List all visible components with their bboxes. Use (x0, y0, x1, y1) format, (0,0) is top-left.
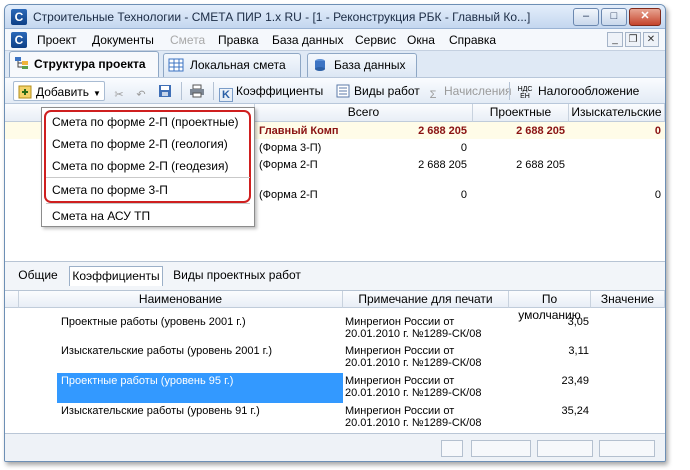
maximize-button[interactable]: □ (601, 8, 627, 26)
coefficients-button[interactable]: K Коэффициенты (219, 81, 324, 102)
sigma-icon: Σ (429, 89, 437, 101)
accruals-button[interactable]: Σ Начисления (425, 81, 512, 101)
add-dropdown-menu: Смета по форме 2-П (проектные) Смета по … (41, 107, 255, 227)
toolbar-separator (181, 82, 182, 100)
document-system-icon[interactable]: С (11, 32, 27, 48)
app-icon: С (11, 9, 27, 25)
column-header-name[interactable]: Наименование (19, 291, 343, 308)
coefficient-icon: K (219, 88, 233, 102)
document-tabs: Структура проекта Локальная смета База д… (5, 51, 665, 77)
status-panel (441, 440, 463, 457)
menu-service[interactable]: Сервис (355, 33, 396, 47)
tab-coefficients[interactable]: Коэффициенты (69, 266, 163, 286)
main-window: С Строительные Технологии - СМЕТА ПИР 1.… (4, 4, 666, 462)
toolbar-separator (213, 82, 214, 100)
menu-separator (46, 177, 250, 178)
menu-database[interactable]: База данных (272, 33, 343, 47)
tab-database[interactable]: База данных (307, 53, 417, 77)
menu-help[interactable]: Справка (449, 33, 496, 47)
menu-separator (46, 203, 250, 204)
tab-label: Структура проекта (34, 57, 146, 71)
mdi-minimize-button[interactable]: _ (607, 32, 623, 47)
row-indicator-header (5, 291, 19, 308)
save-icon[interactable] (157, 81, 176, 101)
table-icon (168, 58, 184, 72)
work-types-label: Виды работ (354, 84, 420, 98)
vat-icon: НДС ЕН (517, 86, 533, 100)
work-types-button[interactable]: Виды работ (335, 81, 420, 101)
tab-label: База данных (334, 58, 406, 72)
add-label: Добавить (36, 85, 90, 99)
tab-label: Локальная смета (190, 58, 286, 72)
taxation-label: Налогообложение (538, 84, 640, 98)
mdi-close-button[interactable]: ✕ (643, 32, 659, 47)
add-button[interactable]: Добавить ▼ (13, 81, 105, 101)
taxation-button[interactable]: НДС ЕН Налогообложение (515, 81, 640, 101)
menu-item-form-2p-geology[interactable]: Смета по форме 2-П (геология) (52, 137, 228, 151)
toolbar: Добавить ▼ ✂ ↶ K Коэффициенты Виды работ Σ… (5, 77, 665, 104)
coefficients-label: Коэффициенты (236, 84, 324, 98)
menu-estimate[interactable]: Смета (170, 33, 205, 47)
menu-edit[interactable]: Правка (218, 33, 259, 47)
menu-project[interactable]: Проект (37, 33, 77, 47)
lower-tabs: Общие Коэффициенты Виды проектных работ (5, 262, 665, 290)
accruals-label: Начисления (444, 84, 512, 98)
status-panel (537, 440, 593, 457)
close-button[interactable]: ✕ (629, 8, 661, 26)
database-icon (315, 59, 325, 71)
window-title: Строительные Технологии - СМЕТА ПИР 1.х … (33, 10, 531, 24)
status-panel (599, 440, 655, 457)
status-bar (5, 433, 665, 461)
menu-item-form-2p-project[interactable]: Смета по форме 2-П (проектные) (52, 115, 239, 129)
column-header-print-note[interactable]: Примечание для печати (343, 291, 509, 308)
tab-project-structure[interactable]: Структура проекта (9, 51, 159, 77)
tab-local-estimate[interactable]: Локальная смета (163, 53, 301, 77)
menu-item-asu-tp[interactable]: Смета на АСУ ТП (52, 209, 150, 223)
column-header-total[interactable]: Всего (255, 104, 473, 122)
status-panel (471, 440, 531, 457)
title-bar[interactable]: С Строительные Технологии - СМЕТА ПИР 1.… (5, 5, 665, 29)
print-icon[interactable] (189, 81, 208, 101)
cut-icon[interactable]: ✂ (111, 81, 130, 101)
column-header-project[interactable]: Проектные (473, 104, 569, 122)
tree-icon (15, 57, 28, 69)
add-icon (17, 85, 33, 101)
minimize-button[interactable]: – (573, 8, 599, 26)
mdi-restore-button[interactable]: ❐ (625, 32, 641, 47)
tab-project-work-types[interactable]: Виды проектных работ (169, 266, 305, 286)
menu-bar: С Проект Документы Смета Правка База дан… (5, 29, 665, 51)
menu-documents[interactable]: Документы (92, 33, 154, 47)
menu-windows[interactable]: Окна (407, 33, 435, 47)
column-header-survey[interactable]: Изыскательские (569, 104, 665, 122)
tab-general[interactable]: Общие (13, 266, 63, 286)
column-header-default[interactable]: По умолчанию (509, 291, 591, 322)
list-icon (335, 84, 351, 100)
toolbar-separator (509, 82, 510, 100)
menu-item-form-2p-geodesy[interactable]: Смета по форме 2-П (геодезия) (52, 159, 228, 173)
column-header-value[interactable]: Значение (591, 291, 665, 308)
coefficients-grid[interactable]: Наименование Примечание для печати По ум… (5, 290, 665, 433)
chevron-down-icon: ▼ (93, 89, 101, 98)
undo-icon[interactable]: ↶ (133, 81, 152, 101)
menu-item-form-3p[interactable]: Смета по форме 3-П (52, 183, 168, 197)
